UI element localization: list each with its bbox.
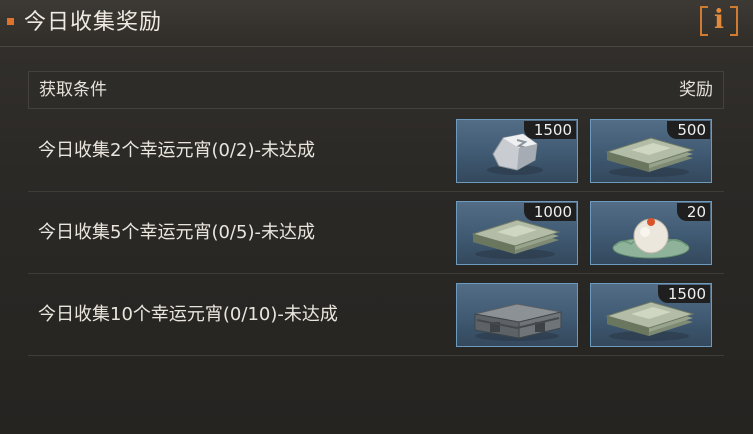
supply-crate-icon <box>474 303 562 341</box>
reward-quantity: 20 <box>676 203 710 221</box>
reward-slot[interactable]: 500 <box>590 119 712 183</box>
header-reward: 奖励 <box>679 80 713 100</box>
title-marker <box>7 18 14 25</box>
reward-quantity: 500 <box>667 121 710 139</box>
reward-quantity: 1500 <box>523 121 576 139</box>
reward-slot[interactable]: 1500 <box>590 283 712 347</box>
table-row: 今日收集10个幸运元宵(0/10)-未达成 1500 <box>28 274 724 356</box>
table-row: 今日收集2个幸运元宵(0/2)-未达成 1500 500 <box>28 110 724 192</box>
reward-quantity: 1000 <box>523 203 576 221</box>
page-title: 今日收集奖励 <box>24 10 163 35</box>
reward-quantity: 1500 <box>657 285 710 303</box>
reward-panel: 今日收集奖励 i 获取条件 奖励 今日收集2个幸运元宵(0/2)-未达成 150… <box>0 0 753 434</box>
title-bar: 今日收集奖励 i <box>0 0 753 47</box>
condition-text: 今日收集2个幸运元宵(0/2)-未达成 <box>38 140 315 161</box>
reward-slot[interactable] <box>456 283 578 347</box>
reward-slot[interactable]: 1000 <box>456 201 578 265</box>
table-header: 获取条件 奖励 <box>28 71 724 109</box>
condition-text: 今日收集5个幸运元宵(0/5)-未达成 <box>38 222 315 243</box>
table-row: 今日收集5个幸运元宵(0/5)-未达成 1000 20 <box>28 192 724 274</box>
info-button[interactable]: i <box>700 4 738 38</box>
condition-text: 今日收集10个幸运元宵(0/10)-未达成 <box>38 304 338 325</box>
info-icon: i <box>714 5 724 35</box>
reward-slot[interactable]: 20 <box>590 201 712 265</box>
reward-slot[interactable]: 1500 <box>456 119 578 183</box>
header-condition: 获取条件 <box>39 80 107 100</box>
